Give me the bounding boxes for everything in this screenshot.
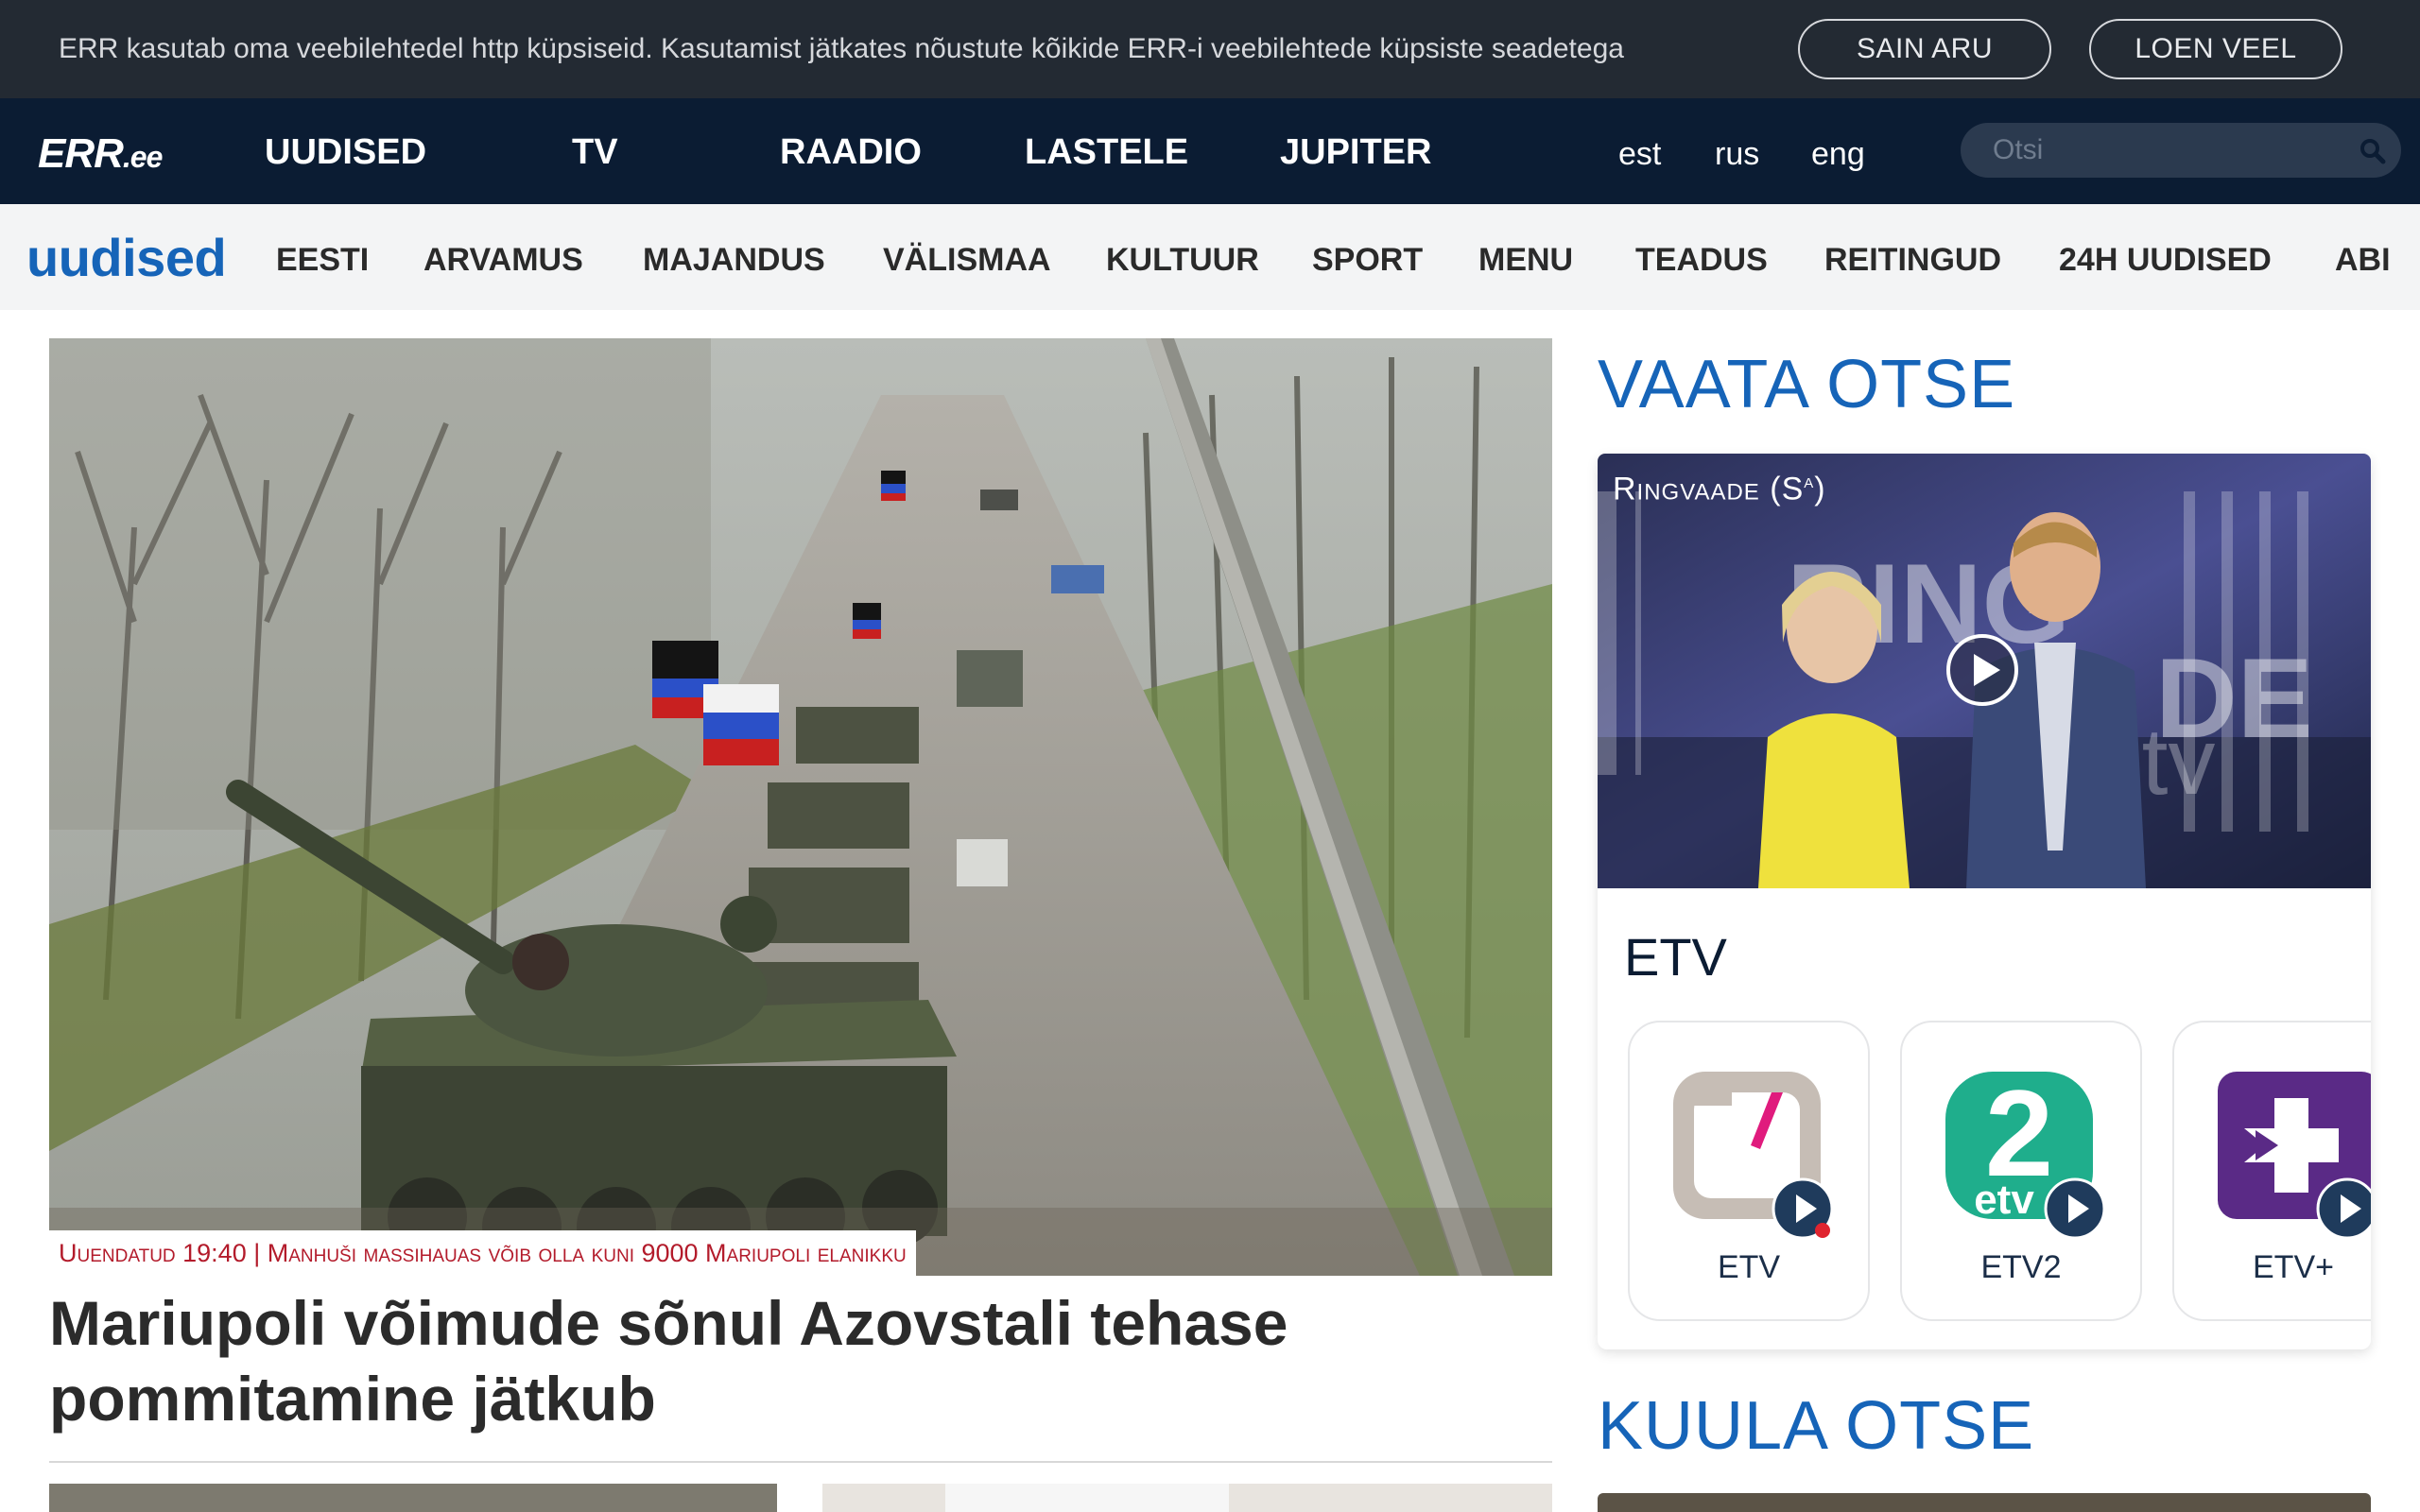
- lang-rus[interactable]: rus: [1715, 136, 1759, 173]
- channel-play-icon[interactable]: [2316, 1177, 2371, 1240]
- err-logo[interactable]: ERR.ee: [38, 130, 163, 178]
- section-abi[interactable]: ABI: [2335, 242, 2391, 279]
- search-box: [1961, 123, 2401, 178]
- lead-update-caption[interactable]: Uuendatud 19:40 | Manhuši massihauas või…: [49, 1230, 916, 1276]
- section-majandus[interactable]: MAJANDUS: [643, 242, 825, 279]
- nav-uudised[interactable]: UUDISED: [265, 132, 426, 173]
- section-valismaa[interactable]: VÄLISMAA: [883, 242, 1051, 279]
- lang-est[interactable]: est: [1618, 136, 1661, 173]
- nav-lastele[interactable]: LASTELE: [1025, 132, 1188, 173]
- section-24h-uudised[interactable]: 24H UUDISED: [2059, 242, 2272, 279]
- nav-raadio[interactable]: RAADIO: [780, 132, 922, 173]
- section-reitingud[interactable]: REITINGUD: [1824, 242, 2001, 279]
- section-title[interactable]: uudised: [26, 227, 227, 288]
- watch-live-heading: VAATA OTSE: [1598, 347, 2016, 422]
- search-icon[interactable]: [2358, 136, 2388, 166]
- radio-live-thumbnail[interactable]: [1598, 1493, 2371, 1512]
- article-thumbnail-2[interactable]: [822, 1484, 1552, 1512]
- channel-name-etv-plus: ETV+: [2253, 1249, 2334, 1285]
- article-thumbnail-1[interactable]: [49, 1484, 777, 1512]
- lang-eng[interactable]: eng: [1811, 136, 1865, 173]
- logo-suffix: .ee: [122, 140, 163, 174]
- lead-photo[interactable]: [49, 338, 1552, 1276]
- section-teadus[interactable]: TEADUS: [1635, 242, 1768, 279]
- show-title-superscript: a: [1804, 469, 1815, 492]
- show-title-close: ): [1814, 471, 1826, 507]
- logo-text: ERR: [38, 130, 124, 177]
- search-input[interactable]: [1993, 132, 2333, 168]
- channel-group-title: ETV: [1624, 927, 1727, 987]
- nav-jupiter[interactable]: JUPITER: [1280, 132, 1431, 173]
- channel-name-etv: ETV: [1717, 1249, 1781, 1285]
- channel-tile-etv[interactable]: ETV: [1628, 1021, 1870, 1321]
- content-divider: [49, 1461, 1552, 1463]
- cookie-message: ERR kasutab oma veebilehtedel http küpsi…: [59, 33, 1624, 64]
- lead-headline[interactable]: Mariupoli võimude sõnul Azovstali tehase…: [49, 1285, 1524, 1436]
- channel-tile-etv-plus[interactable]: ETV+: [2172, 1021, 2371, 1321]
- top-navigation: ERR.ee UUDISED TV RAADIO LASTELE JUPITER…: [0, 98, 2420, 204]
- nav-tv[interactable]: TV: [572, 132, 618, 173]
- section-kultuur[interactable]: KULTUUR: [1106, 242, 1259, 279]
- show-title-text: Ringvaade (S: [1613, 471, 1805, 507]
- section-arvamus[interactable]: ARVAMUS: [424, 242, 583, 279]
- live-show-title: Ringvaade (Sa): [1613, 469, 1826, 507]
- section-sport[interactable]: SPORT: [1312, 242, 1423, 279]
- cookie-read-more-button[interactable]: LOEN VEEL: [2089, 19, 2342, 79]
- cookie-banner: ERR kasutab oma veebilehtedel http küpsi…: [0, 0, 2420, 98]
- section-eesti[interactable]: EESTI: [276, 242, 369, 279]
- tank-convoy-photo: [49, 338, 1552, 1276]
- svg-text:etv: etv: [1974, 1177, 2034, 1223]
- play-icon[interactable]: [1945, 633, 2019, 707]
- section-navigation: uudised EESTI ARVAMUS MAJANDUS VÄLISMAA …: [0, 204, 2420, 310]
- cookie-agree-button[interactable]: SAIN ARU: [1798, 19, 2051, 79]
- thumbnail-detail: [945, 1484, 1229, 1512]
- listen-live-heading: KUULA OTSE: [1598, 1388, 2035, 1464]
- channel-play-icon[interactable]: [1772, 1177, 1834, 1240]
- channel-carousel: ETV 2 etv ETV2 ETV+: [1598, 1011, 2371, 1332]
- channel-play-icon[interactable]: [2044, 1177, 2106, 1240]
- channel-name-etv2: ETV2: [1980, 1249, 2062, 1285]
- channel-tile-etv2[interactable]: 2 etv ETV2: [1900, 1021, 2142, 1321]
- section-menu[interactable]: MENU: [1478, 242, 1573, 279]
